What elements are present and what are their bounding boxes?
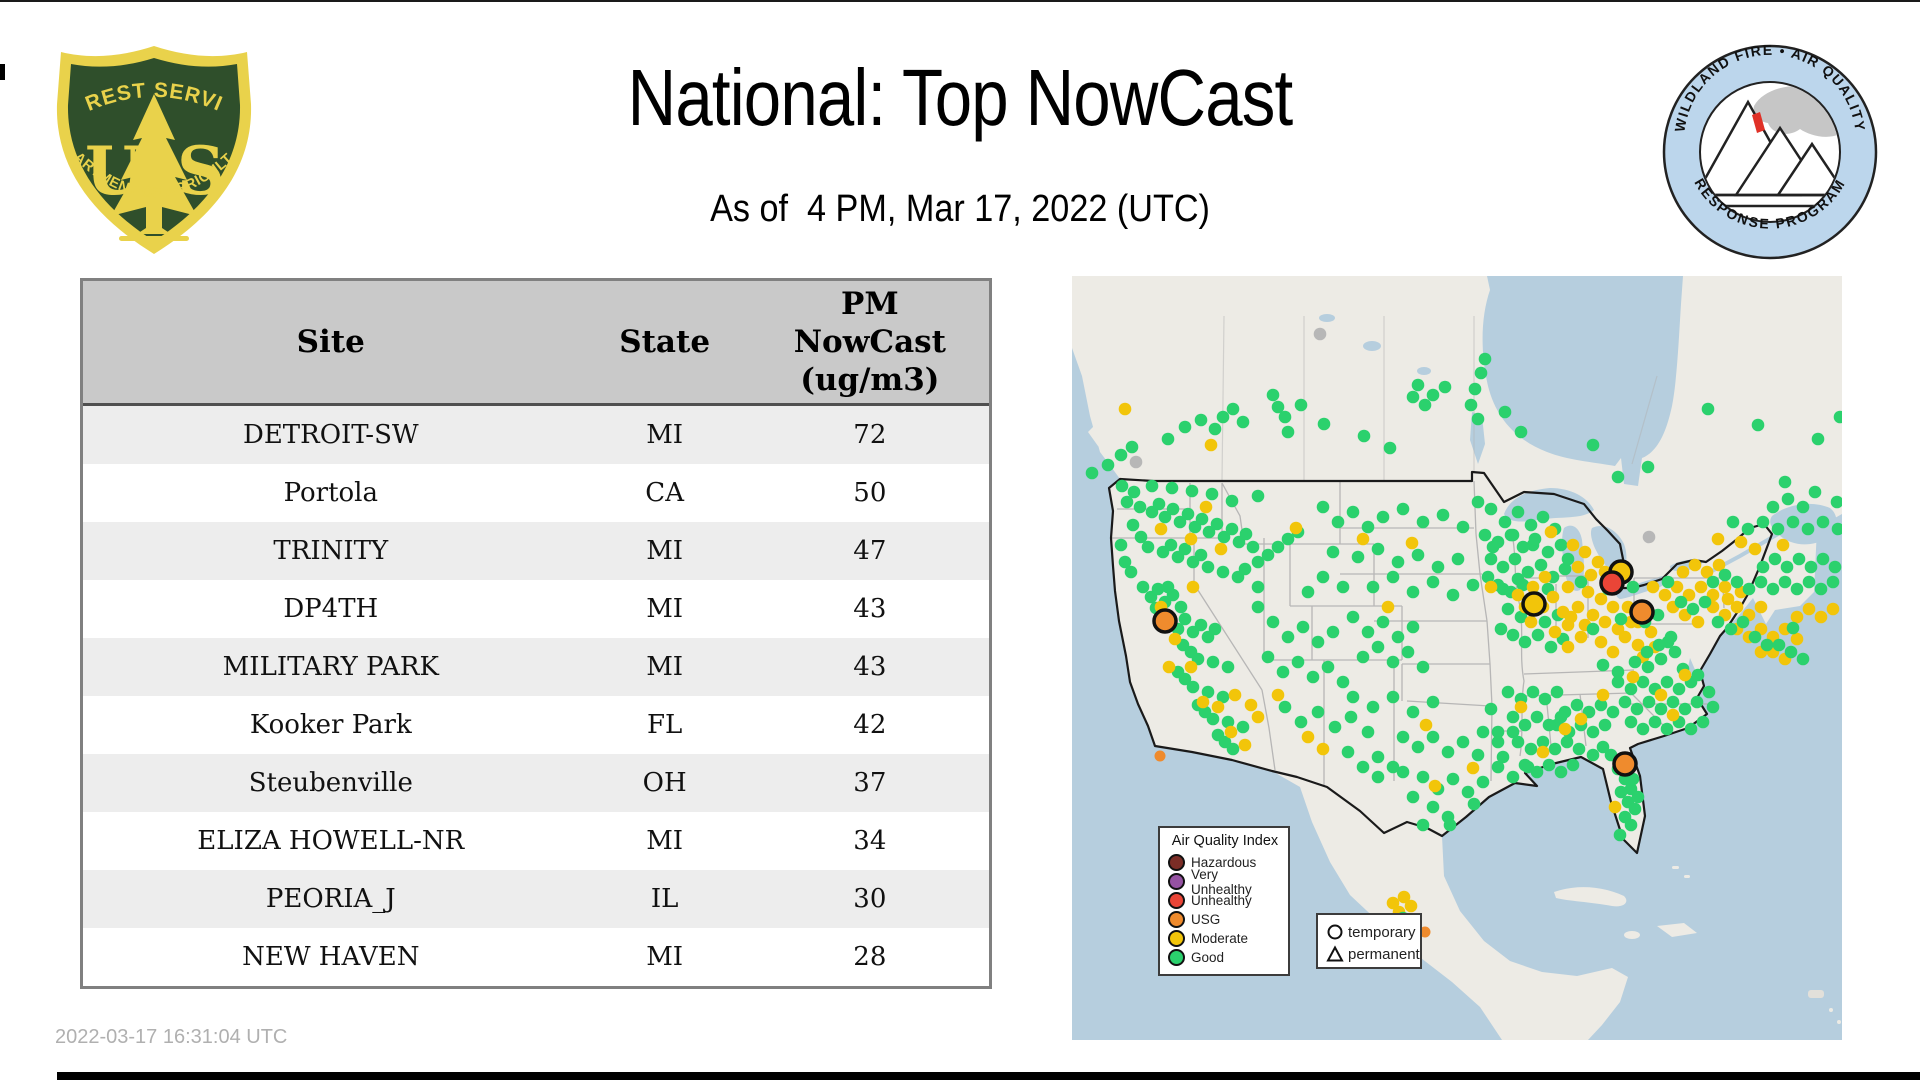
cell-value: 34: [853, 826, 887, 856]
window-top-edge: [0, 0, 1920, 2]
aqi-legend-item: Moderate: [1168, 929, 1282, 948]
cell-value: 37: [853, 768, 887, 798]
table-row: DETROIT-SW MI 72: [83, 406, 989, 464]
cell-state: MI: [646, 942, 684, 972]
aqi-color-dot-icon: [1168, 854, 1185, 871]
cell-value: 30: [853, 884, 887, 914]
table-row: ELIZA HOWELL-NR MI 34: [83, 812, 989, 870]
cell-site: Kooker Park: [249, 710, 412, 740]
col-header-value: PM NowCast (ug/m3): [793, 286, 946, 398]
table-row: Steubenville OH 37: [83, 754, 989, 812]
wfaqrp-logo-icon: WILDLAND FIRE • AIR QUALITY RESPONSE PRO…: [1662, 42, 1878, 260]
cell-state: IL: [650, 884, 679, 914]
page-subtitle: As of 4 PM, Mar 17, 2022 (UTC): [710, 188, 1210, 230]
cell-site: PEORIA_J: [265, 884, 396, 914]
window-left-artifact: [0, 64, 5, 80]
page-title: National: Top NowCast: [627, 53, 1294, 142]
cell-site: NEW HAVEN: [242, 942, 420, 972]
cell-site: ELIZA HOWELL-NR: [197, 826, 465, 856]
cell-state: CA: [645, 478, 684, 508]
aqi-legend-item: Very Unhealthy: [1168, 867, 1282, 897]
cell-value: 72: [853, 420, 887, 450]
temporary-label: temporary: [1348, 923, 1416, 941]
cell-state: MI: [646, 826, 684, 856]
cell-state: OH: [642, 768, 687, 798]
aqi-color-dot-icon: [1168, 873, 1185, 890]
table-row: PEORIA_J IL 30: [83, 870, 989, 928]
table-row: NEW HAVEN MI 28: [83, 928, 989, 986]
island-jamaica: [1624, 931, 1640, 939]
cell-value: 50: [853, 478, 887, 508]
table-row: Portola CA 50: [83, 464, 989, 522]
aqi-legend-item: Good: [1168, 948, 1282, 967]
table-header: Site State PM NowCast (ug/m3): [83, 281, 989, 406]
cell-site: Steubenville: [248, 768, 413, 798]
table-row: Kooker Park FL 42: [83, 696, 989, 754]
island-puerto-rico: [1808, 990, 1824, 998]
table-row: MILITARY PARK MI 43: [83, 638, 989, 696]
aqi-color-dot-icon: [1168, 930, 1185, 947]
cell-state: MI: [646, 420, 684, 450]
aqi-color-dot-icon: [1168, 949, 1185, 966]
col-header-site: Site: [296, 324, 365, 360]
permanent-triangle-icon: [1326, 945, 1344, 962]
aqi-legend-items: Hazardous Very Unhealthy Unhealthy USG Moder…: [1168, 853, 1282, 967]
cell-value: 43: [853, 594, 887, 624]
permanent-label: permanent: [1348, 945, 1420, 963]
cell-state: FL: [646, 710, 683, 740]
cell-state: MI: [646, 594, 684, 624]
usfs-logo-icon: FOREST SERVICE U S DEPARTMENT OF AGRICUL…: [49, 42, 252, 254]
aqi-legend: Air Quality Index Hazardous Very Unhealth…: [1158, 826, 1290, 976]
cell-value: 42: [853, 710, 887, 740]
aqi-legend-item: USG: [1168, 910, 1282, 929]
render-timestamp: 2022-03-17 16:31:04 UTC: [55, 1026, 288, 1048]
cell-value: 47: [853, 536, 887, 566]
symbol-legend: temporary permanent: [1316, 913, 1422, 969]
cell-value: 43: [853, 652, 887, 682]
col-header-state: State: [619, 324, 711, 360]
cell-site: DETROIT-SW: [242, 420, 419, 450]
aqi-color-dot-icon: [1168, 892, 1185, 909]
cell-site: Portola: [283, 478, 379, 508]
table-body: DETROIT-SW MI 72 Portola CA 50 TRINITY MI 47 DP4T…: [83, 406, 989, 986]
cell-site: MILITARY PARK: [222, 652, 439, 682]
cell-site: DP4TH: [283, 594, 379, 624]
window-bottom-bar: [57, 1072, 1920, 1080]
cell-value: 28: [853, 942, 887, 972]
cell-state: MI: [646, 652, 684, 682]
temporary-circle-icon: [1327, 924, 1343, 940]
aqi-legend-title: Air Quality Index: [1171, 833, 1279, 849]
table-row: DP4TH MI 43: [83, 580, 989, 638]
table-row: TRINITY MI 47: [83, 522, 989, 580]
aqi-color-dot-icon: [1168, 911, 1185, 928]
cell-state: MI: [646, 536, 684, 566]
cell-site: TRINITY: [273, 536, 389, 566]
nowcast-table: Site State PM NowCast (ug/m3) DETROIT-SW…: [80, 278, 992, 989]
